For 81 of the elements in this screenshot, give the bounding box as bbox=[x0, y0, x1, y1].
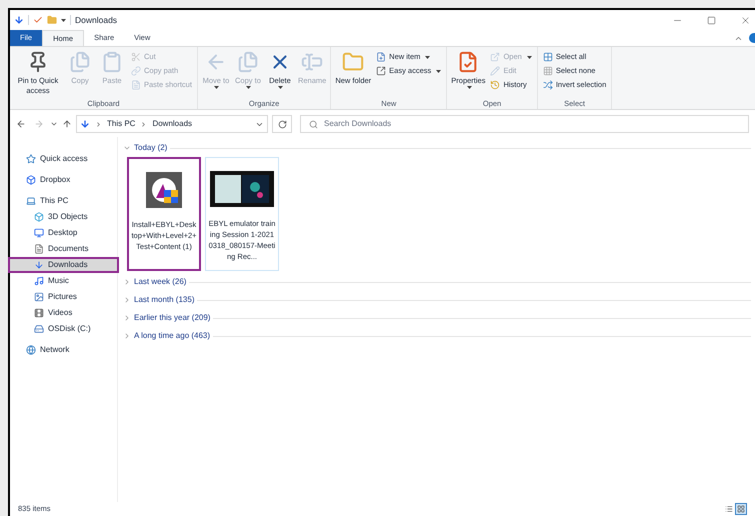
view-button[interactable] bbox=[735, 503, 747, 515]
group-header[interactable]: Last week (26) bbox=[123, 276, 186, 288]
caret-icon bbox=[214, 86, 220, 89]
group-header[interactable]: Earlier this year (209) bbox=[123, 312, 210, 324]
download-icon[interactable] bbox=[14, 15, 24, 25]
group-header[interactable]: A long time ago (463) bbox=[123, 330, 210, 342]
search-icon bbox=[309, 120, 318, 128]
sidebar-item[interactable]: 3D Objects bbox=[10, 209, 117, 225]
group-header[interactable]: Today (2) bbox=[123, 142, 168, 154]
refresh-button[interactable] bbox=[272, 115, 292, 133]
chevron-icon bbox=[123, 314, 131, 322]
breadcrumb-item[interactable]: Downloads bbox=[152, 118, 192, 130]
caret-icon[interactable] bbox=[61, 18, 66, 22]
external-icon bbox=[490, 52, 500, 62]
monitor-icon bbox=[34, 228, 44, 238]
laptop-icon bbox=[26, 196, 36, 206]
external-icon bbox=[376, 66, 386, 76]
check-icon[interactable] bbox=[33, 15, 43, 25]
copy-icon bbox=[236, 51, 259, 73]
sidebar-item[interactable]: OSDisk (C:) bbox=[10, 321, 117, 337]
search-input[interactable]: Search Downloads bbox=[324, 118, 624, 130]
address-field[interactable]: This PC Downloads bbox=[76, 115, 268, 133]
caret-icon bbox=[526, 56, 532, 58]
picture-icon bbox=[34, 292, 44, 302]
chevron-icon bbox=[123, 144, 131, 152]
list-icon bbox=[725, 505, 733, 513]
sidebar-item[interactable]: Music bbox=[10, 273, 117, 289]
app-logo-icon bbox=[146, 172, 182, 208]
star-icon bbox=[26, 154, 36, 164]
chevron-icon bbox=[123, 332, 131, 340]
chevron-icon bbox=[123, 278, 131, 286]
up-arrow-icon[interactable] bbox=[62, 119, 72, 129]
text-cursor-icon bbox=[301, 51, 324, 73]
drive-icon bbox=[34, 324, 44, 334]
chevron-icon bbox=[123, 296, 131, 304]
film-icon bbox=[34, 308, 44, 318]
chevron-icon bbox=[140, 120, 148, 128]
link-icon bbox=[131, 66, 141, 76]
chevron-icon bbox=[95, 120, 102, 128]
search-field[interactable]: Search Downloads bbox=[300, 115, 749, 133]
cube-icon bbox=[34, 212, 44, 222]
caret-icon bbox=[425, 56, 430, 58]
close-icon[interactable] bbox=[740, 14, 751, 26]
scissors-icon bbox=[131, 52, 141, 62]
refresh-icon bbox=[278, 120, 286, 128]
caret-icon bbox=[436, 70, 442, 72]
sidebar-item[interactable]: Documents bbox=[10, 241, 117, 257]
sidebar-item[interactable]: Videos bbox=[10, 305, 117, 321]
sidebar-item[interactable]: Quick access bbox=[10, 151, 117, 167]
group-header[interactable]: Last month (135) bbox=[123, 294, 194, 306]
breadcrumb-item[interactable]: This PC bbox=[107, 118, 136, 130]
caret-icon bbox=[278, 86, 284, 89]
sidebar-item[interactable]: Dropbox bbox=[10, 172, 117, 188]
download-icon bbox=[80, 119, 90, 129]
chevron-icon[interactable] bbox=[50, 120, 58, 128]
document-check-icon bbox=[457, 51, 480, 73]
video-thumbnail-icon bbox=[210, 171, 274, 207]
back-arrow-icon[interactable] bbox=[16, 119, 26, 129]
copy-icon bbox=[69, 51, 91, 73]
window-title: Downloads bbox=[75, 14, 118, 26]
chevron-icon[interactable] bbox=[734, 34, 743, 43]
new-file-icon bbox=[376, 52, 386, 62]
help-icon[interactable] bbox=[749, 33, 755, 43]
caret-icon bbox=[246, 86, 252, 89]
document-icon bbox=[34, 244, 44, 254]
maximize-icon[interactable] bbox=[707, 16, 716, 24]
music-note-icon bbox=[34, 276, 44, 286]
globe-icon bbox=[26, 345, 36, 355]
sidebar-item[interactable]: Pictures bbox=[10, 289, 117, 305]
download-icon bbox=[34, 260, 44, 270]
document-icon bbox=[131, 80, 141, 90]
sidebar-item[interactable]: Downloads bbox=[8, 257, 119, 273]
folder-icon bbox=[342, 51, 364, 73]
sidebar-item[interactable]: Desktop bbox=[10, 225, 117, 241]
clipboard-icon bbox=[101, 51, 123, 73]
pencil-icon bbox=[490, 66, 500, 76]
sidebar-item[interactable]: Network bbox=[10, 342, 117, 358]
sidebar-item[interactable]: This PC bbox=[10, 193, 117, 209]
caret-icon bbox=[466, 86, 472, 89]
history-icon bbox=[490, 80, 500, 90]
box-icon bbox=[26, 175, 36, 185]
